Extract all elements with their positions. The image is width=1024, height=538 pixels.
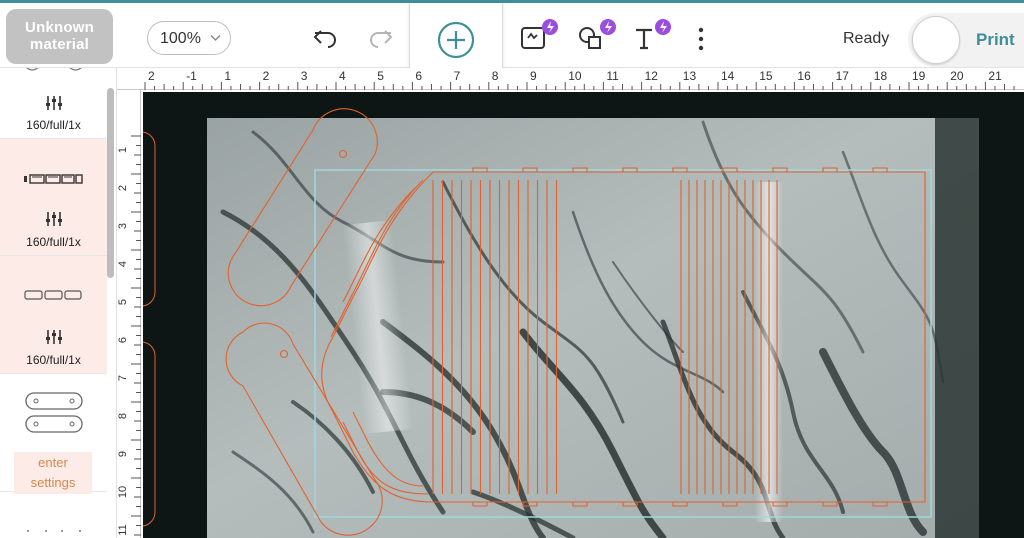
- print-button[interactable]: Print: [908, 13, 1024, 67]
- ruler-top-label: 10: [568, 69, 582, 83]
- settings-label: 160/full/1x: [26, 353, 81, 367]
- left-panel: 160/full/1x 160/full/1x 160/full/1x ente…: [0, 68, 117, 538]
- list-item[interactable]: 160/full/1x: [0, 68, 107, 139]
- ruler-top-label: 16: [797, 69, 811, 83]
- camera-preview: [207, 118, 979, 538]
- undo-icon[interactable]: [312, 25, 338, 51]
- off-bed-guides: [143, 131, 156, 527]
- ruler-top-label: 7: [454, 69, 461, 83]
- ruler-top-label: 19: [912, 69, 926, 83]
- ruler-left-label: 3: [117, 223, 129, 229]
- enter-settings-button[interactable]: enter settings: [14, 452, 92, 494]
- ruler-left-label: 8: [117, 413, 129, 419]
- material-button[interactable]: Unknown material: [6, 9, 113, 64]
- ruler-top-label: 5: [377, 69, 384, 83]
- ruler-top-label: 14: [721, 69, 735, 83]
- ruler-left-label: 4: [117, 261, 129, 267]
- magic-trace-icon[interactable]: [517, 18, 561, 54]
- list-item[interactable]: [0, 492, 107, 538]
- rounded-shape-thumbnail: [26, 68, 82, 71]
- bed-canvas[interactable]: [143, 92, 1024, 538]
- ruler-top-label: 9: [530, 69, 537, 83]
- ruler-left-label: 9: [117, 451, 129, 457]
- list-item[interactable]: 160/full/1x: [0, 256, 107, 374]
- left-panel-scrollbar[interactable]: [107, 88, 114, 278]
- print-label: Print: [976, 30, 1015, 49]
- ruler-top-label: 8: [492, 69, 499, 83]
- ruler-top-label: 15: [759, 69, 773, 83]
- more-options-icon[interactable]: [696, 27, 706, 51]
- sliders-icon[interactable]: [45, 212, 63, 226]
- settings-label: 160/full/1x: [26, 235, 81, 249]
- top-toolbar: Unknown material 100% Ready Print: [0, 0, 1024, 76]
- ruler-top-ticks: 2 -1 1 2 3 4 5 6 7 8 9 10 11 12 13 14 15 16 17 18 19 20 21: [144, 69, 1015, 90]
- redo-icon[interactable]: [368, 25, 394, 51]
- ruler-top-label: 20: [950, 69, 964, 83]
- ruler-top-label: 13: [683, 69, 697, 83]
- text-icon[interactable]: [632, 18, 676, 54]
- ruler-top-label: 2: [148, 69, 155, 83]
- ruler-top-label: 17: [836, 69, 850, 83]
- add-tab[interactable]: [409, 3, 503, 76]
- ruler-left: 1 2 3 4 5 6 7 8 9 10 11: [117, 90, 141, 538]
- ruler-left-label: 7: [117, 375, 129, 381]
- sliders-icon[interactable]: [45, 330, 63, 344]
- ruler-top-label: 2: [263, 69, 270, 83]
- material-label-line2: material: [29, 36, 90, 53]
- canvas-area[interactable]: 2 -1 1 2 3 4 5 6 7 8 9 10 11 12 13 14 15 16 17 18 19 20 21 123…: [117, 68, 1024, 538]
- print-knob[interactable]: [912, 16, 960, 64]
- ruler-top: 2 -1 1 2 3 4 5 6 7 8 9 10 11 12 13 14 15 16 17 18 19 20 21: [117, 68, 1024, 90]
- enter-settings-line2: settings: [30, 475, 76, 490]
- ruler-left-label: 11: [117, 524, 129, 535]
- dots-thumbnail: [27, 530, 81, 532]
- add-circle-icon[interactable]: [437, 21, 475, 59]
- ruler-left-label: 2: [117, 185, 129, 191]
- box-parts-thumbnail: [24, 174, 83, 184]
- settings-label: 160/full/1x: [26, 118, 81, 132]
- ovals-thumbnail: [25, 392, 83, 433]
- ruler-top-label: 4: [339, 69, 346, 83]
- ruler-top-label: 12: [645, 69, 659, 83]
- ruler-top-label: 18: [874, 69, 888, 83]
- status-text: Ready: [843, 30, 890, 47]
- ruler-left-label: 1: [117, 147, 129, 153]
- zoom-value: 100%: [160, 30, 201, 47]
- list-item[interactable]: enter settings: [0, 374, 107, 494]
- zoom-select[interactable]: 100%: [147, 21, 231, 55]
- material-bed[interactable]: [143, 92, 1024, 538]
- enter-settings-line1: enter: [38, 455, 68, 470]
- material-label-line1: Unknown: [25, 19, 94, 36]
- ruler-top-label: 6: [415, 69, 422, 83]
- rounded-rects-thumbnail: [24, 290, 82, 300]
- ruler-top-label: 11: [606, 69, 619, 83]
- chevron-down-icon: [210, 34, 221, 42]
- ruler-top-label: 21: [988, 69, 1002, 83]
- ruler-left-ticks: 1 2 3 4 5 6 7 8 9 10 11: [117, 135, 141, 536]
- ruler-top-label: 3: [301, 69, 308, 83]
- ruler-left-label: 5: [117, 299, 129, 305]
- shapes-icon[interactable]: [576, 18, 620, 54]
- ruler-left-label: 10: [117, 486, 129, 498]
- ruler-left-label: 6: [117, 337, 129, 343]
- ruler-top-label: 1: [224, 69, 231, 83]
- ruler-top-label: -1: [186, 69, 197, 83]
- list-item[interactable]: 160/full/1x: [0, 139, 107, 256]
- sliders-icon[interactable]: [45, 96, 63, 110]
